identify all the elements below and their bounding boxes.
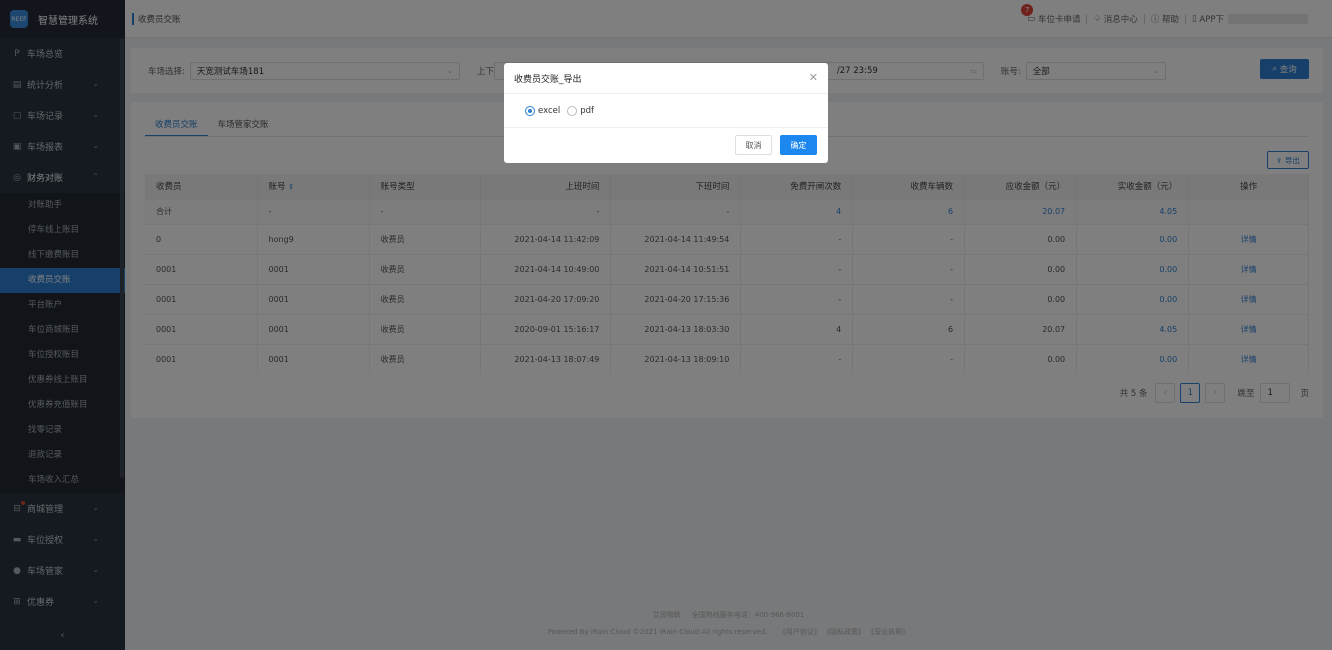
radio-pdf[interactable]: pdf [567,105,595,116]
dialog-title: 收费员交账_导出 [514,74,582,85]
cancel-button[interactable]: 取消 [735,135,772,155]
dialog-footer: 取消 确定 [504,128,828,162]
dialog-header: 收费员交账_导出 ✕ [504,63,828,94]
export-dialog: 收费员交账_导出 ✕ excel pdf 取消 确定 [504,63,828,163]
close-icon[interactable]: ✕ [809,71,818,84]
radio-excel[interactable]: excel [525,105,561,116]
dialog-body: excel pdf [504,94,828,128]
radio-checked-icon [525,105,535,116]
confirm-button[interactable]: 确定 [780,135,817,155]
radio-excel-label: excel [538,105,561,116]
radio-pdf-label: pdf [580,105,595,116]
radio-unchecked-icon [567,105,578,116]
